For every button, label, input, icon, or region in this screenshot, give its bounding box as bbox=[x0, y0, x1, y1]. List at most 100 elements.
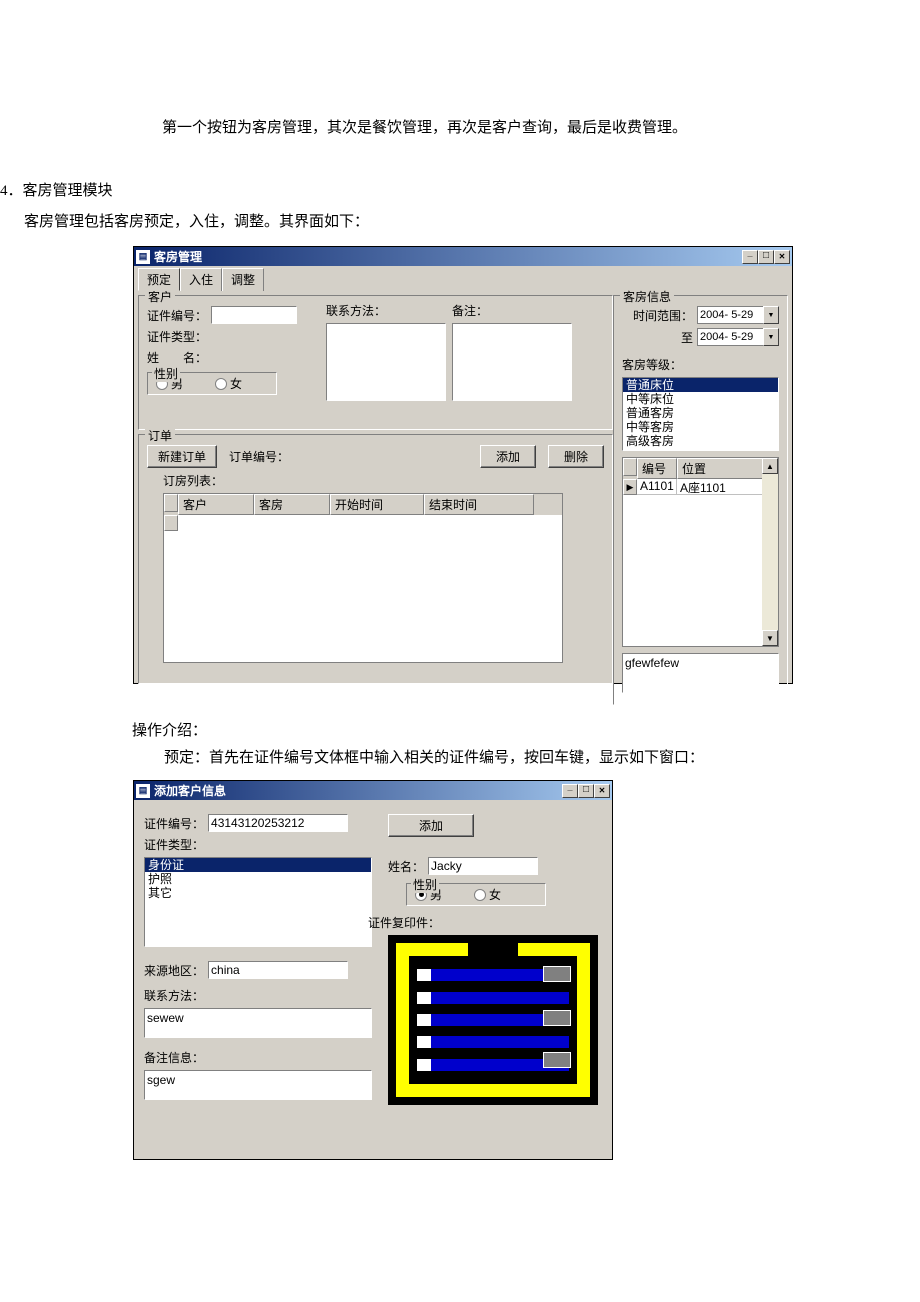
level-item-1[interactable]: 中等床位 bbox=[623, 392, 778, 406]
group-order: 订单 新建订单 订单编号： 添加 删除 订房列表： 客户 bbox=[138, 434, 613, 684]
group-customer: 客户 证件编号： 证件类型： 姓 名： 性别 男 女 bbox=[138, 295, 613, 430]
paragraph-intro: 第一个按钮为客房管理，其次是餐饮管理，再次是客户查询，最后是收费管理。 bbox=[0, 115, 920, 142]
cell-room-loc: A座1101 bbox=[677, 479, 763, 495]
clipboard-icon bbox=[388, 935, 598, 1105]
app-icon: ▤ bbox=[136, 784, 150, 798]
screenshot-add-customer: ▤ 添加客户信息 证件编号： 证件类型： 身份证 护照 其它 bbox=[133, 780, 920, 1160]
col-start[interactable]: 开始时间 bbox=[330, 494, 424, 515]
label-room-level: 客房等级： bbox=[622, 356, 682, 373]
room-row-0[interactable]: ▶ A1101 A座1101 bbox=[623, 479, 778, 495]
level-item-0[interactable]: 普通床位 bbox=[623, 378, 778, 392]
scroll-up-icon[interactable]: ▲ bbox=[762, 458, 778, 474]
maximize-button[interactable] bbox=[758, 250, 774, 264]
scroll-down-icon[interactable]: ▼ bbox=[762, 630, 778, 646]
label-id-no: 证件编号： bbox=[147, 307, 207, 324]
textarea-remark[interactable]: sgew bbox=[144, 1070, 372, 1100]
listbox-id-type[interactable]: 身份证 护照 其它 bbox=[144, 857, 372, 947]
col-end[interactable]: 结束时间 bbox=[424, 494, 534, 515]
group-gender: 性别 男 女 bbox=[406, 883, 546, 906]
type-item-0[interactable]: 身份证 bbox=[145, 858, 371, 872]
label-to: 至 bbox=[681, 329, 693, 346]
input-id-no[interactable] bbox=[208, 814, 348, 832]
col-room[interactable]: 客房 bbox=[254, 494, 330, 515]
window-add-customer: ▤ 添加客户信息 证件编号： 证件类型： 身份证 护照 其它 bbox=[133, 780, 613, 1160]
window-title: 添加客户信息 bbox=[152, 782, 226, 799]
list-number: 4． bbox=[0, 183, 23, 199]
add-button[interactable]: 添加 bbox=[480, 445, 536, 468]
radio-female[interactable]: 女 bbox=[215, 375, 242, 392]
legend-order: 订单 bbox=[145, 427, 175, 444]
scroll-track[interactable] bbox=[762, 474, 778, 630]
textarea-room-memo[interactable]: gfewfefew bbox=[622, 653, 779, 693]
chevron-down-icon[interactable] bbox=[763, 328, 779, 346]
label-id-no: 证件编号： bbox=[144, 815, 204, 832]
minimize-button[interactable] bbox=[742, 250, 758, 264]
listbox-room-level[interactable]: 普通床位 中等床位 普通客房 中等客房 高级客房 bbox=[622, 377, 779, 451]
app-icon: ▤ bbox=[136, 250, 150, 264]
level-item-3[interactable]: 中等客房 bbox=[623, 420, 778, 434]
label-contact: 联系方法： bbox=[326, 302, 386, 319]
legend-gender: 性别 bbox=[411, 876, 439, 893]
label-name: 姓名： bbox=[388, 858, 424, 875]
textarea-contact[interactable]: sewew bbox=[144, 1008, 372, 1038]
textarea-remark[interactable] bbox=[452, 323, 572, 401]
group-gender: 性别 男 女 bbox=[147, 372, 277, 395]
add-button[interactable]: 添加 bbox=[388, 814, 474, 837]
list-title: 客房管理模块 bbox=[23, 183, 113, 199]
section-heading: 4．客房管理模块 bbox=[0, 178, 920, 205]
date-from-input[interactable] bbox=[697, 306, 763, 324]
dropdown-date-from[interactable] bbox=[697, 306, 779, 324]
label-range: 时间范围： bbox=[633, 307, 693, 324]
cell-room-id: A1101 bbox=[637, 479, 677, 495]
scrollbar[interactable]: ▲ ▼ bbox=[762, 458, 778, 646]
label-id-copy: 证件复印件： bbox=[368, 914, 440, 931]
close-button[interactable] bbox=[774, 250, 790, 264]
tab-checkin[interactable]: 入住 bbox=[180, 268, 222, 291]
input-name[interactable] bbox=[428, 857, 538, 875]
maximize-button[interactable] bbox=[578, 784, 594, 798]
label-contact: 联系方法： bbox=[144, 987, 204, 1004]
type-item-1[interactable]: 护照 bbox=[145, 872, 371, 886]
level-item-2[interactable]: 普通客房 bbox=[623, 406, 778, 420]
window-room-mgmt: ▤ 客房管理 预定 入住 调整 客户 bbox=[133, 246, 793, 684]
titlebar[interactable]: ▤ 客房管理 bbox=[134, 247, 792, 266]
grid-rooms[interactable]: 编号 位置 ▶ A1101 A座1101 ▲ ▼ bbox=[622, 457, 779, 647]
label-remark: 备注： bbox=[452, 302, 488, 319]
date-to-input[interactable] bbox=[697, 328, 763, 346]
delete-button[interactable]: 删除 bbox=[548, 445, 604, 468]
tab-reserve[interactable]: 预定 bbox=[138, 268, 180, 291]
grid-row-header bbox=[164, 494, 178, 512]
label-order-no: 订单编号： bbox=[229, 448, 289, 465]
label-id-type: 证件类型： bbox=[144, 836, 204, 853]
label-room-list: 订房列表： bbox=[163, 472, 223, 489]
grid-empty-row bbox=[164, 515, 562, 531]
radio-female[interactable]: 女 bbox=[474, 886, 501, 903]
group-roominfo: 客房信息 时间范围： 至 客房等级： 普通床位 中等床位 普通客房 中等客房 bbox=[613, 295, 788, 705]
grid-orders[interactable]: 客户 客房 开始时间 结束时间 bbox=[163, 493, 563, 663]
tab-bar: 预定 入住 调整 bbox=[134, 266, 792, 291]
col-customer[interactable]: 客户 bbox=[178, 494, 254, 515]
level-item-4[interactable]: 高级客房 bbox=[623, 434, 778, 448]
input-region[interactable] bbox=[208, 961, 348, 979]
screenshot-room-mgmt: ▤ 客房管理 预定 入住 调整 客户 bbox=[133, 246, 920, 684]
type-item-2[interactable]: 其它 bbox=[145, 886, 371, 900]
label-name: 姓 名： bbox=[147, 349, 207, 366]
label-id-type: 证件类型： bbox=[147, 328, 207, 345]
label-remark: 备注信息： bbox=[144, 1049, 204, 1066]
textarea-contact[interactable] bbox=[326, 323, 446, 401]
window-title: 客房管理 bbox=[152, 248, 202, 265]
minimize-button[interactable] bbox=[562, 784, 578, 798]
col-room-id[interactable]: 编号 bbox=[637, 458, 677, 479]
input-id-no[interactable] bbox=[211, 306, 297, 324]
new-order-button[interactable]: 新建订单 bbox=[147, 445, 217, 468]
legend-gender: 性别 bbox=[152, 365, 180, 382]
titlebar[interactable]: ▤ 添加客户信息 bbox=[134, 781, 612, 800]
dropdown-date-to[interactable] bbox=[697, 328, 779, 346]
tab-adjust[interactable]: 调整 bbox=[222, 268, 264, 291]
label-region: 来源地区： bbox=[144, 962, 204, 979]
close-button[interactable] bbox=[594, 784, 610, 798]
col-room-loc[interactable]: 位置 bbox=[677, 458, 763, 479]
legend-roominfo: 客房信息 bbox=[620, 288, 674, 305]
row-pointer-icon: ▶ bbox=[623, 479, 637, 495]
chevron-down-icon[interactable] bbox=[763, 306, 779, 324]
